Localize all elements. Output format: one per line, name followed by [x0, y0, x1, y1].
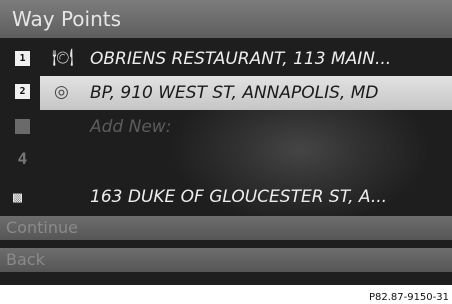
- continue-button[interactable]: Continue: [0, 216, 452, 240]
- waypoint-row-1[interactable]: 1 🍽 OBRIENS RESTAURANT, 113 MAIN...: [0, 42, 452, 76]
- waypoint-row-2-selected[interactable]: ◎ BP, 910 WEST ST, ANNAPOLIS, MD: [40, 76, 452, 110]
- page-title: Way Points: [12, 7, 122, 31]
- continue-label: Continue: [6, 218, 78, 237]
- waypoint-row-4: 4: [0, 142, 452, 176]
- waypoint-number-4: 4: [17, 149, 28, 168]
- destination-label: 163 DUKE OF GLOUCESTER ST, A...: [90, 187, 388, 207]
- gas-station-icon: ◎: [54, 82, 69, 102]
- waypoint-label-1: OBRIENS RESTAURANT, 113 MAIN...: [90, 49, 392, 69]
- restaurant-icon: 🍽: [52, 48, 74, 68]
- waypoint-number-1: 1: [15, 51, 30, 66]
- waypoint-number-3: 3: [15, 119, 30, 134]
- reference-code: P82.87-9150-31: [368, 292, 449, 303]
- back-label: Back: [6, 250, 45, 269]
- add-new-label: Add New:: [90, 117, 172, 137]
- checkered-flag-icon: ▩: [13, 188, 23, 206]
- back-button[interactable]: Back: [0, 248, 452, 272]
- header-bar: Way Points: [0, 0, 452, 38]
- destination-row[interactable]: ▩ 163 DUKE OF GLOUCESTER ST, A...: [0, 180, 452, 214]
- waypoint-label-2: BP, 910 WEST ST, ANNAPOLIS, MD: [90, 83, 379, 103]
- navigation-screen: Way Points 1 🍽 OBRIENS RESTAURANT, 113 M…: [0, 0, 452, 285]
- waypoint-number-2: 2: [15, 84, 30, 99]
- waypoint-row-3[interactable]: 3 Add New:: [0, 110, 452, 144]
